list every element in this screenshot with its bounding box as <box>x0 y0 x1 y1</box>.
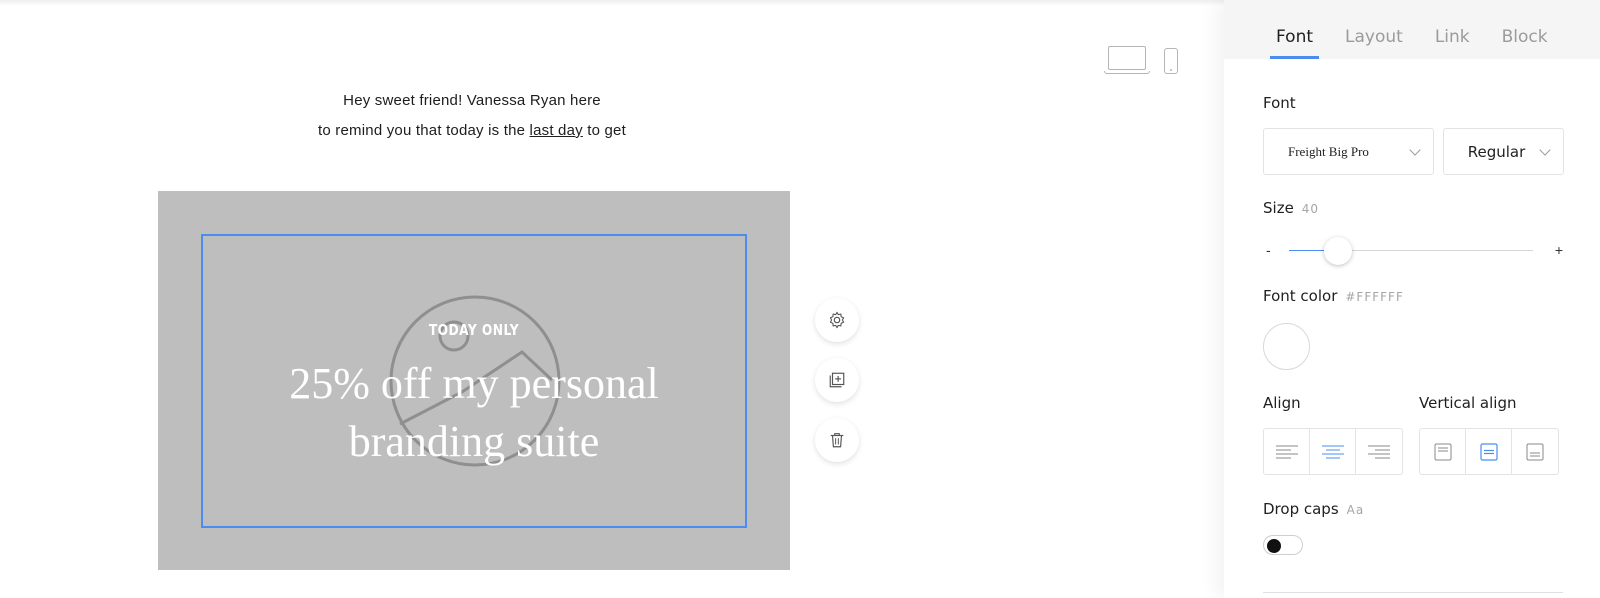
size-slider[interactable] <box>1289 237 1533 265</box>
align-center-button[interactable] <box>1310 429 1356 474</box>
hero-headline-line-2: branding suite <box>348 417 600 466</box>
section-divider <box>1263 592 1563 593</box>
intro-line-1: Hey sweet friend! Vanessa Ryan here <box>343 92 601 109</box>
panel-tabs: Font Layout Link Block <box>1224 0 1600 59</box>
block-tools <box>815 298 859 462</box>
delete-button[interactable] <box>815 418 859 462</box>
valign-top-button[interactable] <box>1420 429 1466 474</box>
settings-button[interactable] <box>815 298 859 342</box>
hero-headline-line-1: 25% off my personal <box>289 359 659 408</box>
phone-icon[interactable] <box>1164 48 1178 74</box>
size-value: 40 <box>1301 202 1320 216</box>
align-left-icon <box>1275 445 1298 458</box>
align-right-button[interactable] <box>1356 429 1402 474</box>
align-center-icon <box>1321 445 1344 458</box>
vertical-align-label: Vertical align <box>1419 394 1517 412</box>
device-toggle <box>1104 46 1178 74</box>
font-color-label: Font color #FFFFFF <box>1263 287 1404 305</box>
size-label: Size 40 <box>1263 199 1319 217</box>
duplicate-icon <box>829 372 845 388</box>
gear-icon <box>829 311 845 329</box>
size-slider-row: - + <box>1263 236 1563 266</box>
chevron-down-icon <box>1409 144 1421 156</box>
align-buttons <box>1263 428 1403 475</box>
intro-line-2-end: to get <box>582 122 626 139</box>
align-right-icon <box>1368 445 1390 458</box>
valign-middle-icon <box>1479 442 1498 461</box>
last-day-link[interactable]: last day <box>530 122 583 139</box>
intro-line-2: to remind you that today is the last day… <box>155 116 789 146</box>
valign-top-icon <box>1434 443 1451 460</box>
chevron-down-icon <box>1539 144 1551 156</box>
font-weight-select[interactable]: Regular <box>1443 128 1564 175</box>
duplicate-button[interactable] <box>815 358 859 402</box>
properties-panel: Font Layout Link Block Font Freight Big … <box>1224 0 1600 598</box>
size-decrease-button[interactable]: - <box>1266 242 1271 258</box>
font-weight-value: Regular <box>1467 142 1526 161</box>
size-increase-button[interactable]: + <box>1555 242 1563 258</box>
font-color-swatch[interactable] <box>1263 323 1310 370</box>
hero-image-block[interactable]: TODAY ONLY 25% off my personal branding … <box>158 191 790 570</box>
tab-link[interactable]: Link <box>1429 27 1476 59</box>
drop-caps-toggle[interactable] <box>1263 535 1303 555</box>
align-left-button[interactable] <box>1264 429 1310 474</box>
valign-bottom-button[interactable] <box>1512 429 1558 474</box>
intro-line-2-start: to remind you that today is the <box>318 122 530 139</box>
intro-text[interactable]: Hey sweet friend! Vanessa Ryan here to r… <box>155 86 789 146</box>
font-family-value: Freight Big Pro <box>1288 143 1369 159</box>
font-label: Font <box>1263 94 1296 112</box>
trash-icon <box>830 433 844 448</box>
align-label: Align <box>1263 394 1301 412</box>
size-slider-handle[interactable] <box>1323 237 1352 265</box>
tab-font[interactable]: Font <box>1270 27 1320 59</box>
drop-caps-label-text: Drop caps <box>1263 500 1339 518</box>
font-color-label-text: Font color <box>1263 287 1338 305</box>
font-family-select[interactable]: Freight Big Pro <box>1263 128 1434 175</box>
valign-bottom-icon <box>1526 443 1544 460</box>
hero-headline[interactable]: 25% off my personal branding suite <box>158 355 790 471</box>
size-label-text: Size <box>1263 199 1294 217</box>
valign-middle-button[interactable] <box>1466 429 1512 474</box>
laptop-icon[interactable] <box>1104 46 1150 74</box>
tab-block[interactable]: Block <box>1496 27 1554 59</box>
tab-layout[interactable]: Layout <box>1339 27 1409 59</box>
font-color-value: #FFFFFF <box>1345 290 1404 304</box>
vertical-align-buttons <box>1419 428 1559 475</box>
toggle-knob <box>1267 539 1281 553</box>
drop-caps-label: Drop caps Aa <box>1263 500 1364 518</box>
drop-caps-sample: Aa <box>1346 503 1365 517</box>
hero-eyebrow: TODAY ONLY <box>428 321 520 339</box>
